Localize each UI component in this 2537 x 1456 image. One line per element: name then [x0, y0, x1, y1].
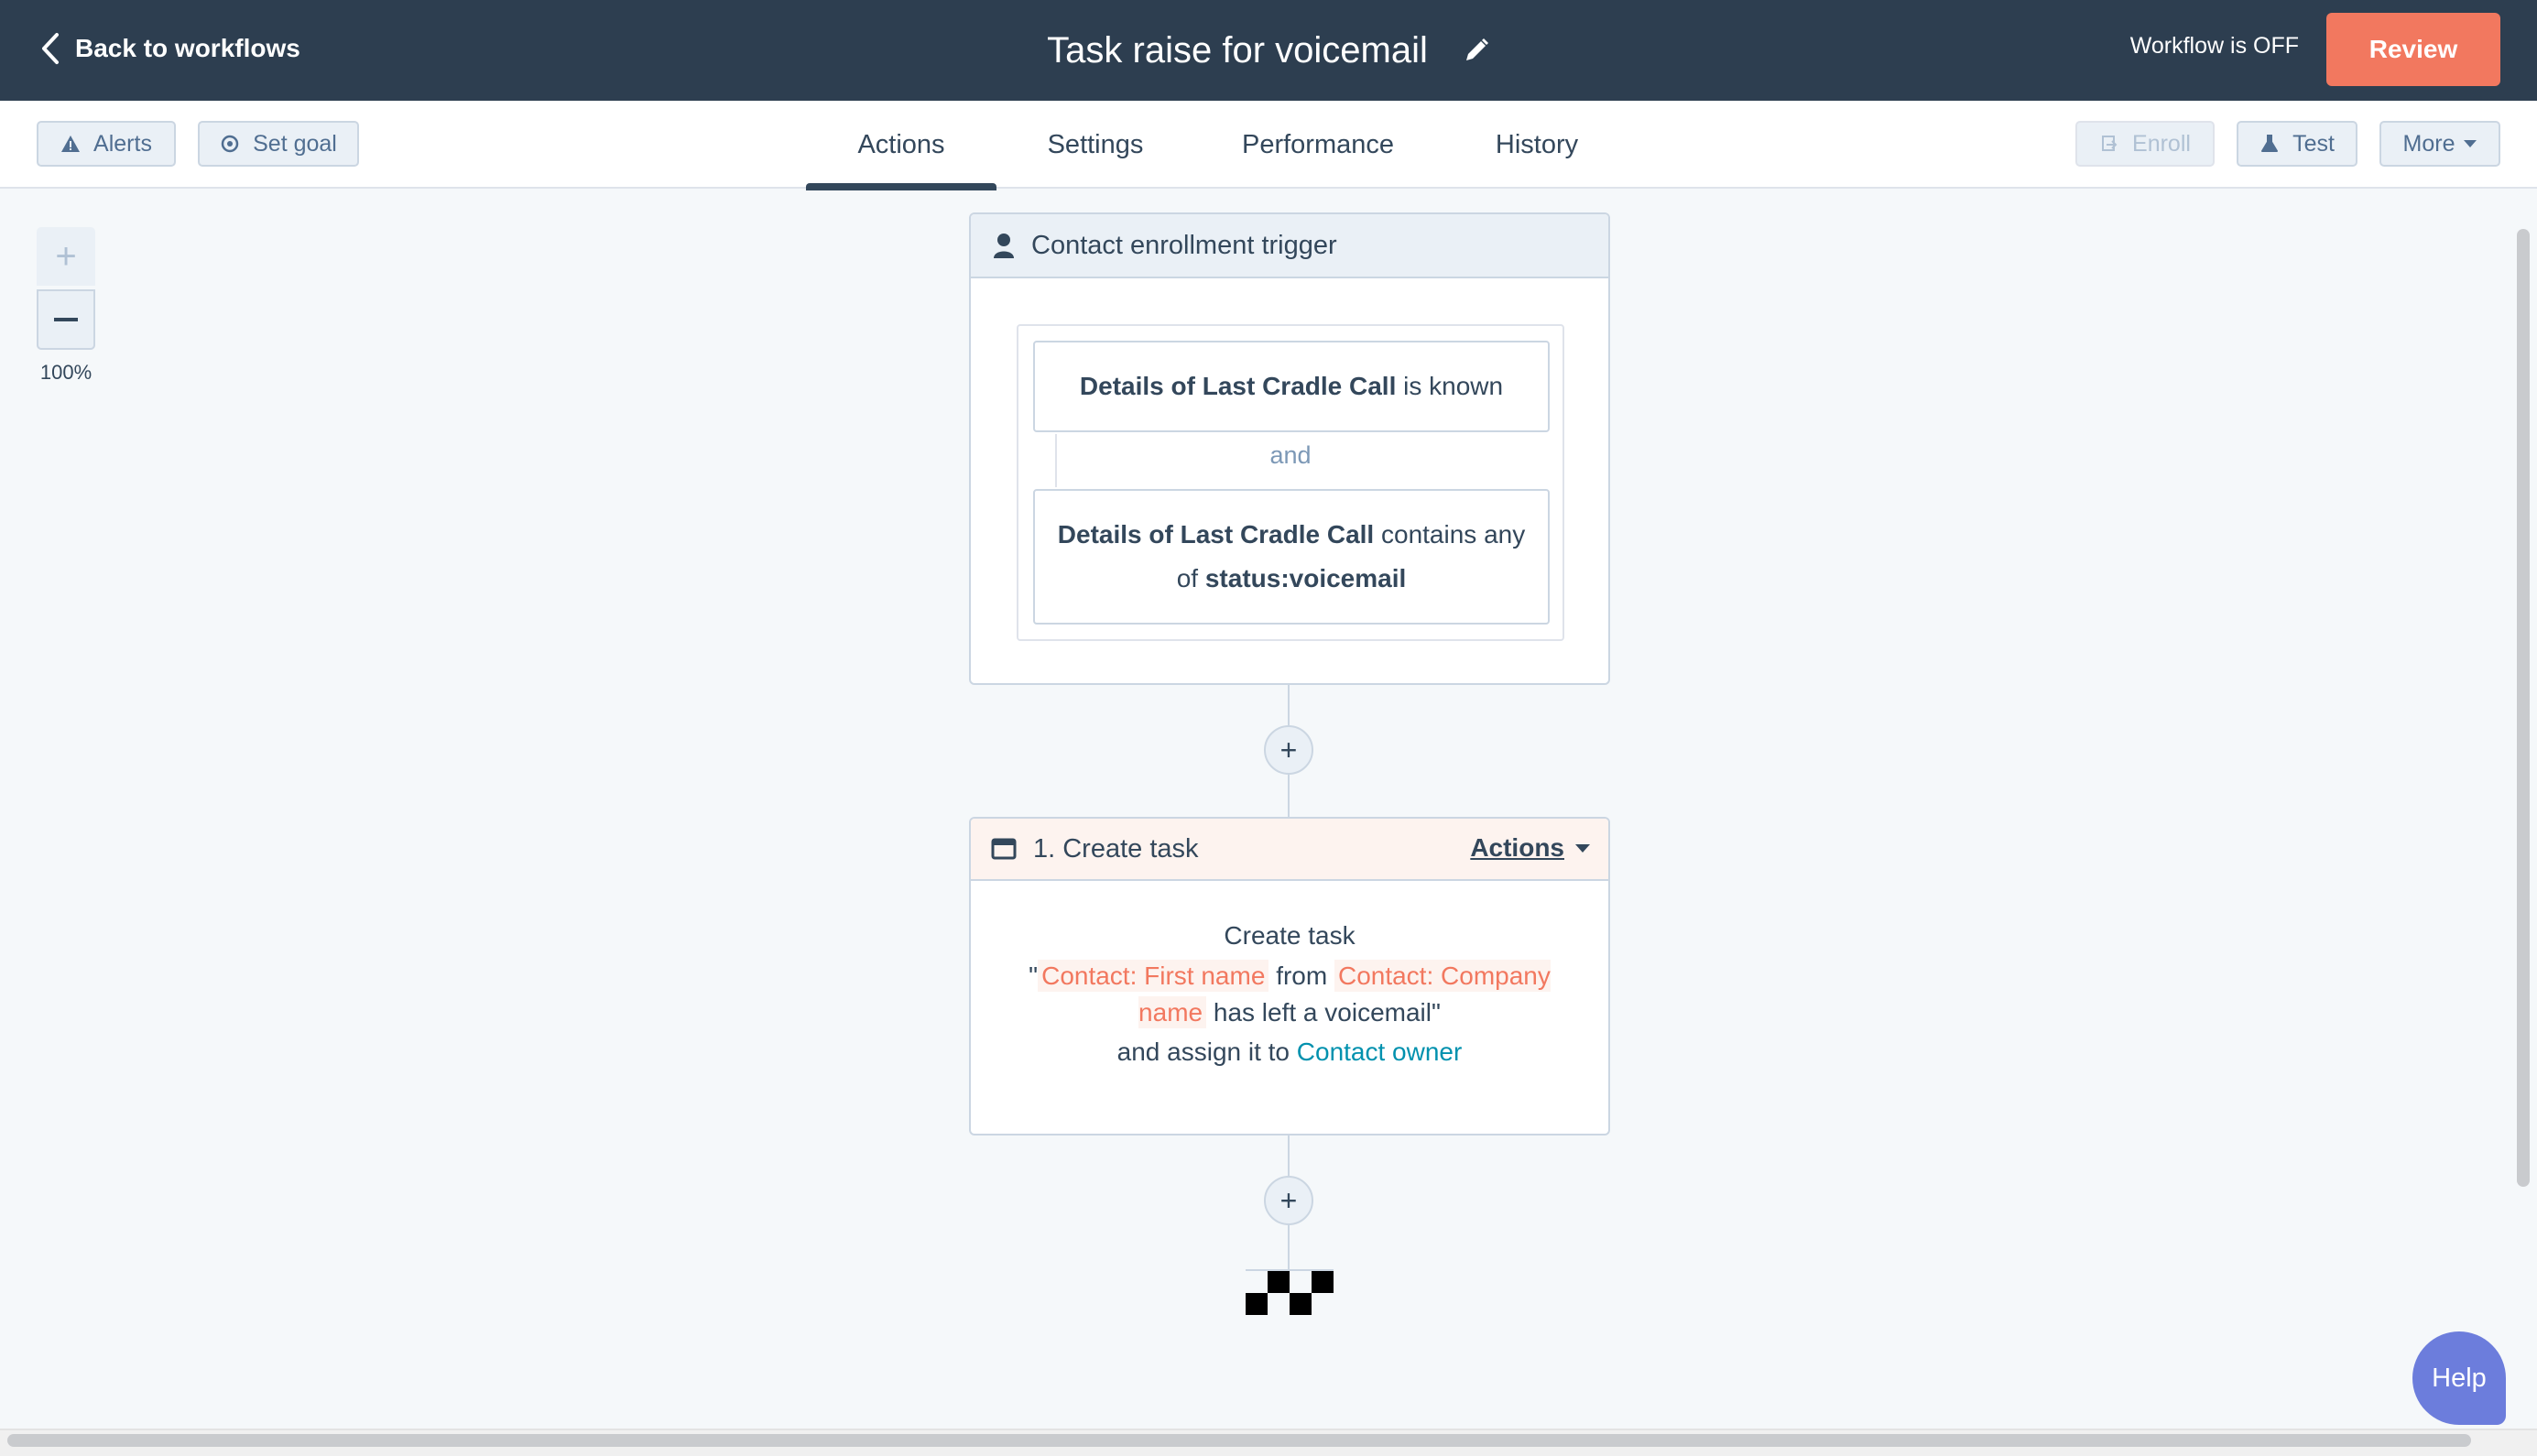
zoom-out-button[interactable] — [37, 289, 95, 350]
task-title-text: " Contact: First name from Contact: Compa… — [1006, 958, 1573, 1031]
actions-menu-label: Actions — [1470, 833, 1564, 862]
task-icon — [991, 838, 1017, 860]
actions-menu-button[interactable]: Actions — [1470, 833, 1590, 863]
and-label: and — [1269, 441, 1312, 469]
horizontal-scrollbar[interactable] — [7, 1434, 2471, 1447]
word-from: from — [1276, 962, 1328, 990]
personalization-token: Contact: First name — [1038, 960, 1269, 992]
tab-settings[interactable]: Settings — [1013, 101, 1178, 189]
contact-owner-link[interactable]: Contact owner — [1297, 1038, 1463, 1066]
action-body-heading: Create task — [1224, 921, 1356, 950]
filter-property: Details of Last Cradle Call — [1057, 520, 1375, 549]
action-description: Create task " Contact: First name from Co… — [971, 883, 1608, 1073]
workflow-title[interactable]: Task raise for voicemail — [1047, 30, 1428, 71]
test-button[interactable]: Test — [2237, 121, 2357, 167]
plus-icon: + — [1279, 1183, 1298, 1217]
help-button[interactable]: Help — [2412, 1331, 2506, 1425]
checkered-flag-icon — [1246, 1269, 1334, 1315]
set-goal-button[interactable]: Set goal — [198, 121, 359, 167]
caret-down-icon — [2464, 140, 2477, 147]
back-to-workflows-link[interactable]: Back to workflows — [38, 27, 300, 70]
chevron-left-icon — [42, 33, 59, 64]
more-dropdown-button[interactable]: More — [2379, 121, 2500, 167]
enroll-label: Enroll — [2132, 130, 2191, 157]
tab-performance[interactable]: Performance — [1214, 101, 1421, 189]
pencil-icon[interactable] — [1463, 37, 1490, 64]
vertical-scrollbar[interactable] — [2517, 229, 2530, 1187]
create-task-action-card[interactable]: 1. Create task Actions Create task " Cont… — [969, 817, 1610, 1135]
filter-condition[interactable]: Details of Last Cradle Call is known — [1033, 341, 1550, 432]
task-title-suffix: has left a voicemail" — [1213, 998, 1441, 1027]
caret-down-icon — [1575, 843, 1590, 853]
set-goal-label: Set goal — [253, 130, 337, 157]
more-label: More — [2402, 130, 2455, 157]
zoom-level: 100% — [39, 361, 93, 384]
warning-icon — [61, 136, 81, 152]
alerts-label: Alerts — [93, 130, 152, 157]
action-title: 1. Create task — [1033, 833, 1199, 864]
enrollment-trigger-card[interactable]: Contact enrollment trigger Details of La… — [969, 212, 1610, 685]
add-action-button[interactable]: + — [1264, 1176, 1313, 1225]
plus-icon: + — [1279, 733, 1298, 766]
test-label: Test — [2292, 130, 2335, 157]
minus-icon — [54, 318, 78, 321]
flask-icon — [2261, 135, 2279, 152]
trigger-header: Contact enrollment trigger — [971, 214, 1608, 278]
filter-group: Details of Last Cradle Call is known and… — [1017, 324, 1564, 641]
enroll-button[interactable]: Enroll — [2075, 121, 2215, 167]
review-button[interactable]: Review — [2326, 13, 2500, 86]
assign-line: and assign it to Contact owner — [971, 1031, 1608, 1073]
filter-value: status:voicemail — [1204, 564, 1407, 592]
enroll-icon — [2102, 136, 2118, 151]
filter-property: Details of Last Cradle Call — [1079, 372, 1397, 400]
quote-mark: " — [1029, 962, 1039, 990]
user-icon — [994, 234, 1014, 258]
active-tab-indicator — [806, 183, 996, 190]
back-label: Back to workflows — [75, 34, 300, 62]
tab-actions[interactable]: Actions — [806, 101, 996, 189]
trigger-title: Contact enrollment trigger — [1031, 230, 1337, 260]
add-action-button[interactable]: + — [1264, 725, 1313, 775]
filter-condition[interactable]: Details of Last Cradle Call contains any… — [1033, 489, 1550, 625]
tab-history[interactable]: History — [1465, 101, 1608, 189]
workflow-status: Workflow is OFF — [2129, 33, 2299, 59]
assign-text: and assign it to — [1116, 1038, 1290, 1066]
alerts-button[interactable]: Alerts — [37, 121, 176, 167]
target-icon — [221, 135, 239, 153]
zoom-in-button[interactable]: + — [37, 227, 95, 286]
filter-operator: is known — [1403, 372, 1504, 400]
plus-icon: + — [55, 235, 77, 277]
